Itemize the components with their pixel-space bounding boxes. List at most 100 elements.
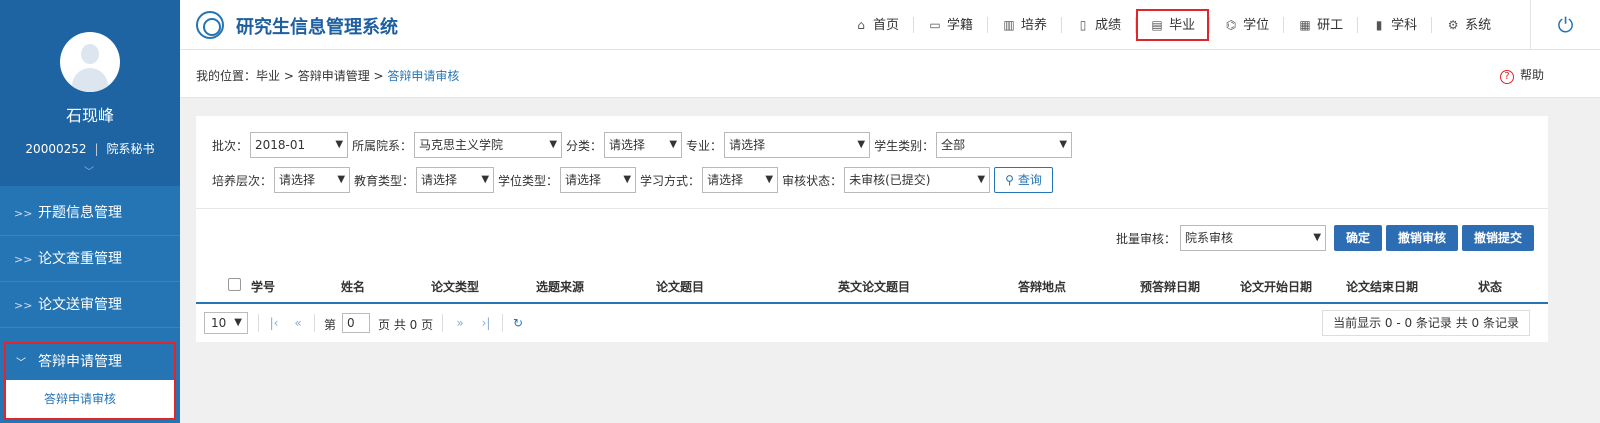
nav-student-work[interactable]: ▦ 研工 (1284, 0, 1357, 50)
nav-label: 学位 (1243, 18, 1270, 33)
last-page-icon[interactable]: ›| (474, 312, 498, 334)
batch-label: 批次： (212, 138, 249, 153)
help-link[interactable]: ? 帮助 (1500, 66, 1544, 84)
table-header: 学号 姓名 论文类型 选题来源 论文题目 英文论文题目 答辩地点 预答辩日期 论… (196, 266, 1548, 304)
document-icon: ▯ (1079, 18, 1087, 32)
student-type-select[interactable]: 全部 ▼ (936, 132, 1073, 158)
confirm-button[interactable]: 确定 (1334, 225, 1383, 251)
main-nav: ⌂ 首页 ▭ 学籍 ▥ 培养 ▯ 成绩 ▤ 毕业 ⌬ 学位 ▦ 研工 ▮ 学科 ⚙ 系统 (840, 0, 1505, 50)
book-icon: ▥ (1003, 18, 1015, 32)
category-label: 分类： (566, 138, 603, 153)
next-page-icon[interactable]: » (448, 312, 472, 334)
nav-label: 系统 (1465, 18, 1492, 33)
double-chevron-right-icon: >> (14, 207, 33, 220)
sidebar-item-plagiarism[interactable]: >> 论文查重管理 (0, 236, 180, 282)
col-end-date[interactable]: 论文结束日期 (1346, 278, 1418, 295)
nav-grades[interactable]: ▯ 成绩 (1062, 0, 1135, 50)
chevron-down-icon: ▼ (1059, 139, 1068, 150)
level-label: 培养层次： (212, 173, 273, 188)
review-status-select[interactable]: 未审核(已提交) ▼ (844, 167, 991, 193)
double-chevron-right-icon: >> (14, 299, 33, 312)
nav-label: 学科 (1391, 18, 1418, 33)
edu-type-select[interactable]: 请选择 ▼ (416, 167, 495, 193)
filter-row-2: 培养层次： 请选择 ▼ 教育类型： 请选择 ▼ 学位类型： 请选择 ▼ 学习方式： 请… (212, 167, 1053, 193)
col-name[interactable]: 姓名 (341, 278, 365, 295)
nav-status[interactable]: ▭ 学籍 (914, 0, 987, 50)
col-english-title[interactable]: 英文论文题目 (838, 278, 910, 295)
breadcrumb-path[interactable]: 毕业 > 答辩申请管理 > (256, 69, 387, 83)
chevron-down-icon: ▼ (481, 174, 490, 185)
sidebar-item-defense[interactable]: ﹀ 答辩申请管理 (6, 344, 174, 380)
batch-select[interactable]: 2018-01 ▼ (250, 132, 349, 158)
breadcrumb-prefix: 我的位置： (196, 69, 257, 83)
student-type-label: 学生类别： (874, 138, 935, 153)
record-count: 当前显示 0 - 0 条记录 共 0 条记录 (1322, 310, 1530, 336)
filter-row-1: 批次： 2018-01 ▼ 所属院系： 马克思主义学院 ▼ 分类： 请选择 ▼ 专业：… (212, 132, 1076, 158)
study-mode-select[interactable]: 请选择 ▼ (702, 167, 779, 193)
select-all-checkbox[interactable] (228, 278, 241, 291)
col-thesis-title[interactable]: 论文题目 (656, 278, 704, 295)
gear-icon: ⚙ (1447, 18, 1459, 32)
col-topic-source[interactable]: 选题来源 (536, 278, 584, 295)
major-select[interactable]: 请选择 ▼ (724, 132, 871, 158)
col-student-id[interactable]: 学号 (251, 278, 275, 295)
sidebar-item-label: 论文送审管理 (38, 297, 122, 313)
chevron-down-icon[interactable]: ﹀ (84, 163, 94, 178)
query-button[interactable]: ⚲ 查询 (994, 167, 1053, 193)
search-icon: ⚲ (1005, 173, 1014, 187)
user-name: 石现峰 (65, 106, 114, 125)
page-size-select[interactable]: 10 ▼ (204, 312, 248, 334)
col-thesis-type[interactable]: 论文类型 (431, 278, 479, 295)
chevron-down-icon: ▼ (1313, 232, 1322, 243)
sidebar-subitem-defense-review[interactable]: 答辩申请审核 (6, 380, 174, 418)
nav-discipline[interactable]: ▮ 学科 (1358, 0, 1431, 50)
degree-type-label: 学位类型： (498, 173, 559, 188)
col-start-date[interactable]: 论文开始日期 (1240, 278, 1312, 295)
query-label: 查询 (1017, 173, 1042, 187)
chevron-down-icon: ▼ (669, 139, 678, 150)
double-chevron-right-icon: >> (14, 253, 33, 266)
sidebar-item-label: 开题信息管理 (38, 205, 122, 221)
nav-system[interactable]: ⚙ 系统 (1432, 0, 1505, 50)
prev-page-icon[interactable]: « (286, 312, 310, 334)
id-card-icon: ▭ (929, 18, 941, 32)
sidebar-item-proposal[interactable]: >> 开题信息管理 (0, 190, 180, 236)
col-status[interactable]: 状态 (1478, 278, 1502, 295)
nav-graduation[interactable]: ▤ 毕业 (1136, 0, 1210, 50)
home-icon: ⌂ (857, 18, 865, 32)
category-select[interactable]: 请选择 ▼ (604, 132, 683, 158)
review-status-label: 审核状态： (782, 173, 843, 188)
power-icon[interactable]: ⏻ (1530, 0, 1600, 50)
revoke-submit-button[interactable]: 撤销提交 (1462, 225, 1535, 251)
level-select[interactable]: 请选择 ▼ (274, 167, 351, 193)
degree-type-select[interactable]: 请选择 ▼ (560, 167, 637, 193)
help-label: 帮助 (1520, 68, 1545, 82)
page-prefix: 第 (324, 318, 337, 332)
revoke-review-button[interactable]: 撤销审核 (1386, 225, 1459, 251)
chevron-down-icon: ▼ (977, 174, 986, 185)
batch-review-select[interactable]: 院系审核 ▼ (1180, 225, 1327, 251)
selected-highlight (1136, 9, 1210, 41)
page-number-input[interactable]: 0 (342, 313, 370, 333)
bar-chart-icon: ▮ (1375, 18, 1383, 32)
breadcrumb-current: 答辩申请审核 (387, 69, 460, 83)
col-defense-location[interactable]: 答辩地点 (1018, 278, 1066, 295)
nav-label: 研工 (1317, 18, 1344, 33)
col-pre-defense-date[interactable]: 预答辩日期 (1140, 278, 1200, 295)
user-profile: 石现峰 20000252 | 院系秘书 ﹀ (0, 0, 180, 186)
chevron-down-icon: ▼ (549, 139, 558, 150)
nav-training[interactable]: ▥ 培养 (988, 0, 1061, 50)
first-page-icon[interactable]: |‹ (262, 312, 286, 334)
help-icon: ? (1500, 70, 1514, 84)
batch-review-bar: 批量审核： 院系审核 ▼ 确定 撤销审核 撤销提交 (1116, 225, 1535, 251)
sidebar-item-review[interactable]: >> 论文送审管理 (0, 282, 180, 328)
dept-select[interactable]: 马克思主义学院 ▼ (414, 132, 563, 158)
nav-home[interactable]: ⌂ 首页 (840, 0, 913, 50)
sidebar: 石现峰 20000252 | 院系秘书 ﹀ >> 开题信息管理 >> 论文查重管理 >>… (0, 0, 180, 423)
top-bar: 研究生信息管理系统 ⌂ 首页 ▭ 学籍 ▥ 培养 ▯ 成绩 ▤ 毕业 ⌬ 学位 ▦ 研工 ▮ 学… (180, 0, 1600, 50)
nav-degree[interactable]: ⌬ 学位 (1210, 0, 1283, 50)
chevron-down-icon: ▼ (337, 174, 346, 185)
refresh-icon[interactable]: ↻ (506, 312, 530, 334)
chevron-down-icon: ▼ (335, 139, 344, 150)
sidebar-group-defense: ﹀ 答辩申请管理 答辩申请审核 (4, 342, 176, 420)
